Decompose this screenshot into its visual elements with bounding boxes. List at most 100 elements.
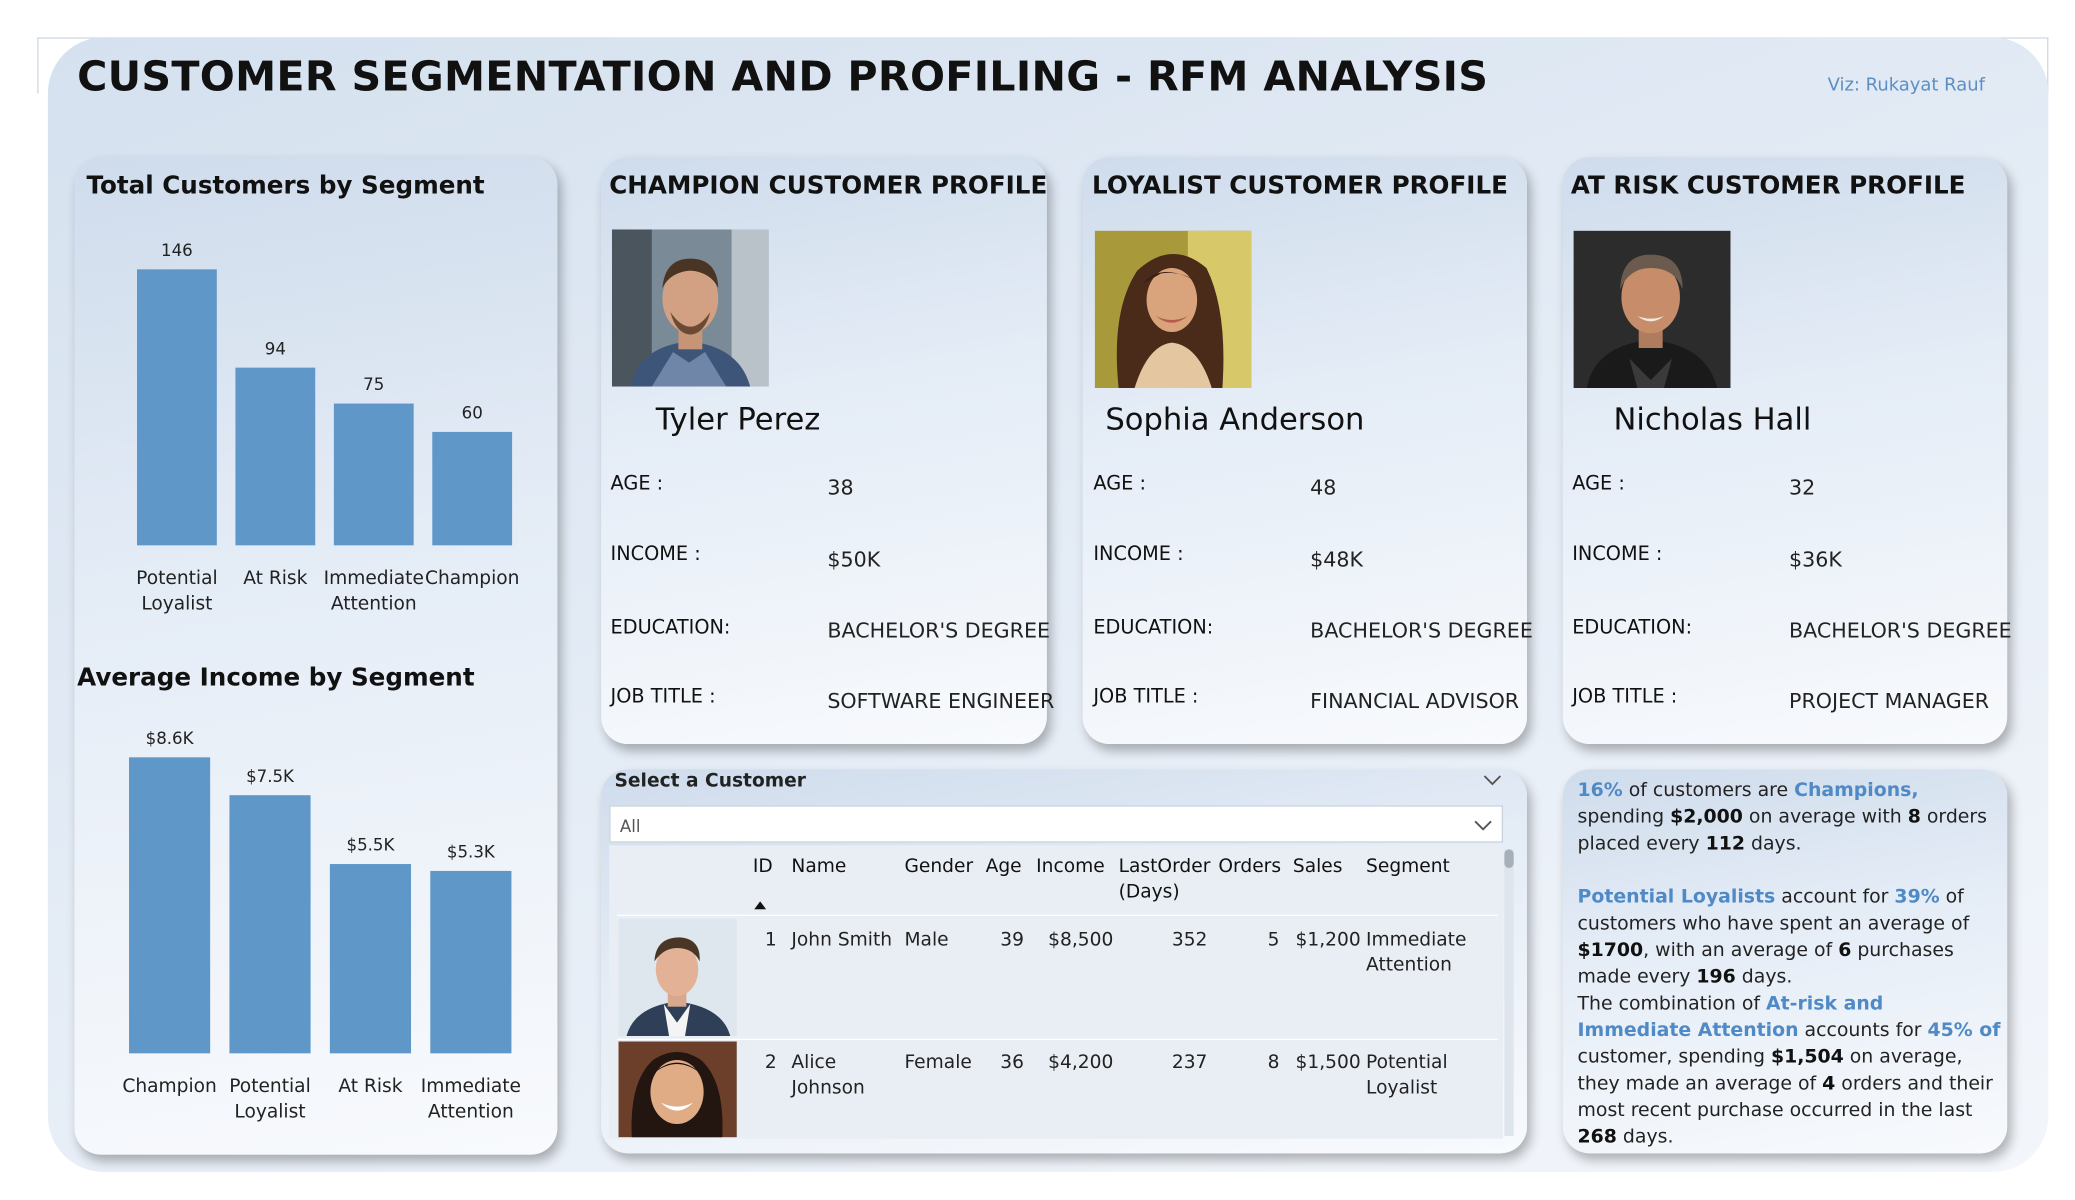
insight-at-risk: The combination of At-risk and Immediate… [1577, 993, 2001, 1148]
category-label: Attention [428, 1101, 514, 1122]
cell-orders: 8 [1267, 1051, 1280, 1074]
column-header-segment[interactable]: Segment [1366, 855, 1450, 880]
page-title: CUSTOMER SEGMENTATION AND PROFILING - RF… [77, 53, 1489, 102]
column-header-gender[interactable]: Gender [904, 855, 973, 880]
customer-photo [618, 1041, 737, 1138]
education-value: BACHELOR'S DEGREE [1789, 618, 2012, 643]
table-row[interactable]: 1 John Smith Male 39 $8,500 352 5 $1,200… [609, 916, 1503, 1039]
dropdown-selected-value: All [619, 815, 641, 836]
age-label: AGE : [1093, 473, 1146, 495]
bar [432, 431, 513, 546]
customer-photo [1573, 230, 1731, 388]
job-title-value: PROJECT MANAGER [1789, 689, 1990, 714]
cell-age: 36 [1000, 1051, 1024, 1074]
age-value: 38 [827, 475, 854, 500]
income-value: $48K [1310, 547, 1364, 572]
cell-name: John Smith [791, 929, 893, 951]
job-title-label: JOB TITLE : [1572, 686, 1678, 708]
bar-value-label: 94 [265, 339, 286, 358]
author-credit: Viz: Rukayat Rauf [1827, 74, 1985, 96]
bar-value-label: $7.5K [246, 767, 295, 786]
category-label: Potential [136, 568, 217, 589]
chart-title-average-income: Average Income by Segment [77, 663, 475, 692]
bar-value-label: 60 [462, 404, 483, 423]
education-label: EDUCATION: [1093, 617, 1214, 639]
category-label: At Risk [338, 1076, 402, 1097]
category-label: Potential [229, 1076, 310, 1097]
job-title-value: SOFTWARE ENGINEER [827, 689, 1055, 714]
cell-orders: 5 [1267, 929, 1280, 951]
sort-ascending-icon[interactable] [754, 901, 767, 910]
column-header-income[interactable]: Income [1036, 855, 1105, 880]
slicer-title: Select a Customer [614, 770, 806, 792]
column-header-sales[interactable]: Sales [1293, 855, 1343, 880]
income-label: INCOME : [1093, 543, 1184, 566]
bar [333, 403, 414, 546]
table-scrollbar-track[interactable] [1504, 849, 1514, 1136]
cell-income: $8,500 [1048, 929, 1114, 951]
bar-value-label: $8.6K [146, 729, 195, 748]
column-header-lastorder[interactable]: LastOrder (Days) [1119, 855, 1211, 906]
customer-photo [1094, 230, 1252, 388]
category-label: Champion [425, 568, 519, 589]
job-title-label: JOB TITLE : [1093, 686, 1199, 708]
bar [137, 269, 217, 546]
cell-lastorder: 352 [1171, 929, 1208, 951]
age-value: 32 [1789, 475, 1816, 500]
education-label: EDUCATION: [1572, 617, 1693, 639]
education-value: BACHELOR'S DEGREE [1310, 618, 1533, 643]
customer-photo [618, 918, 737, 1036]
chevron-down-icon [1474, 820, 1492, 831]
category-label: Champion [122, 1076, 216, 1097]
education-value: BACHELOR'S DEGREE [827, 618, 1051, 643]
age-label: AGE : [1572, 473, 1625, 495]
cell-income: $4,200 [1048, 1051, 1114, 1074]
income-value: $50K [827, 547, 881, 572]
total-customers-chart: 146 Potential Loyalist 94 At Risk 75 Immediate… [136, 241, 519, 614]
insight-champions: 16% of customers are Champions, spending… [1577, 779, 1988, 855]
category-label: At Risk [243, 568, 307, 589]
insight-potential-loyalists: Potential Loyalists account for 39% of c… [1577, 886, 1970, 988]
chevron-down-icon[interactable] [1482, 771, 1503, 790]
customer-name: Sophia Anderson [1105, 402, 1365, 438]
job-title-value: FINANCIAL ADVISOR [1310, 689, 1520, 714]
category-label: Attention [331, 593, 417, 614]
job-title-label: JOB TITLE : [610, 686, 716, 708]
cell-name: Alice Johnson [791, 1051, 865, 1099]
bar [129, 757, 211, 1054]
column-header-id[interactable]: ID [753, 855, 773, 880]
cell-id: 2 [764, 1051, 777, 1074]
education-label: EDUCATION: [610, 617, 731, 639]
bar-value-label: 146 [161, 241, 193, 260]
bar [329, 864, 412, 1054]
cell-sales: $1,500 [1295, 1051, 1361, 1074]
column-header-name[interactable]: Name [791, 855, 846, 880]
profile-title: LOYALIST CUSTOMER PROFILE [1092, 171, 1508, 200]
customer-photo [611, 229, 769, 387]
customer-name: Tyler Perez [655, 402, 821, 438]
column-header-age[interactable]: Age [986, 855, 1022, 880]
age-label: AGE : [610, 473, 664, 495]
customer-select-dropdown[interactable]: All [609, 805, 1504, 843]
category-label: Loyalist [141, 593, 212, 614]
category-label: Immediate [324, 568, 424, 589]
cell-sales: $1,200 [1295, 929, 1361, 951]
income-label: INCOME : [610, 543, 701, 566]
column-header-orders[interactable]: Orders [1218, 855, 1281, 880]
cell-gender: Male [904, 929, 949, 951]
cell-age: 39 [1000, 929, 1024, 951]
age-value: 48 [1310, 475, 1337, 500]
cell-segment: Potential Loyalist [1366, 1051, 1448, 1099]
chart-title-total-customers: Total Customers by Segment [86, 171, 485, 200]
table-row[interactable]: 2 Alice Johnson Female 36 $4,200 237 8 $… [609, 1040, 1503, 1139]
income-value: $36K [1789, 547, 1842, 572]
category-label: Immediate [421, 1076, 521, 1097]
cell-gender: Female [904, 1051, 972, 1074]
income-label: INCOME : [1572, 543, 1663, 566]
average-income-chart: $8.6K Champion $7.5K Potential Loyalist $5.5K… [122, 729, 521, 1122]
bar [430, 870, 512, 1054]
cell-lastorder: 237 [1171, 1051, 1208, 1074]
bar-value-label: 75 [363, 375, 384, 394]
cell-id: 1 [764, 929, 777, 951]
table-scrollbar-thumb[interactable] [1504, 849, 1514, 868]
